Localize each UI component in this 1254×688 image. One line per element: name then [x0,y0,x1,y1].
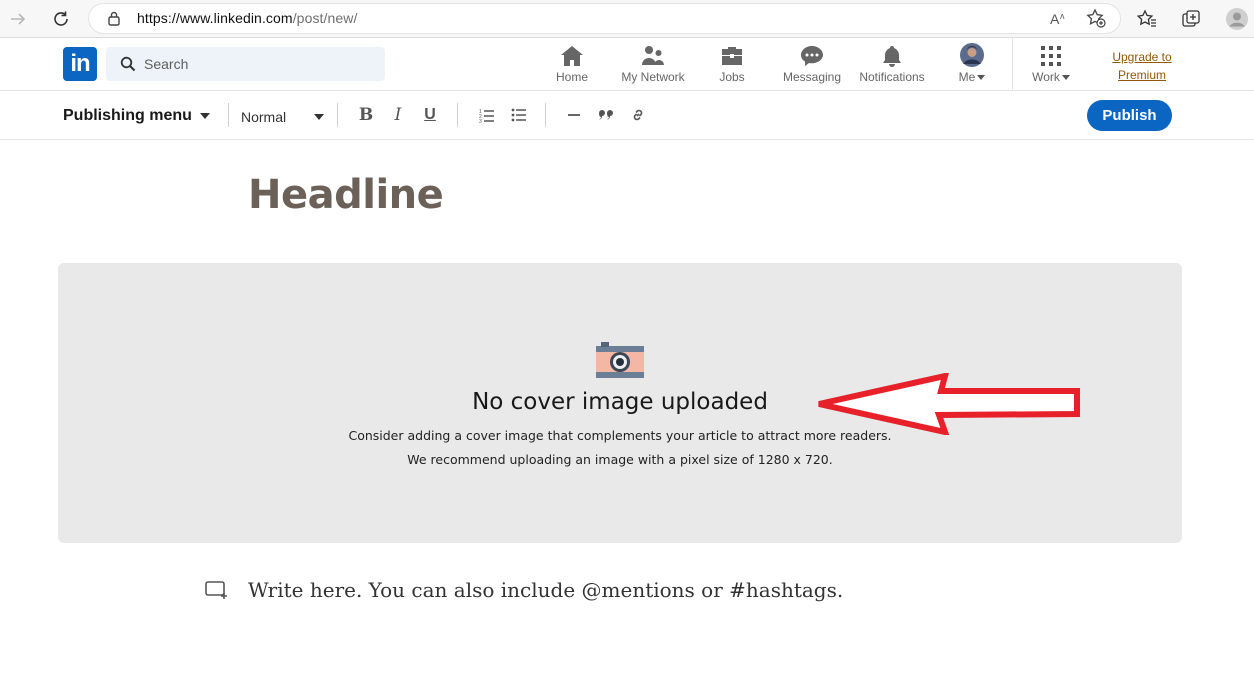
briefcase-icon [722,47,742,65]
chevron-down-icon[interactable] [200,113,210,119]
reload-icon [54,11,68,26]
nav-jobs[interactable]: Jobs [712,43,752,89]
toolbar-divider [545,103,546,127]
toolbar-divider [457,103,458,127]
search-input[interactable] [144,47,374,81]
editor-toolbar: Publishing menu Normal B I U 123 Publish [0,91,1254,140]
reload-button[interactable] [49,7,73,31]
article-body-input[interactable]: Write here. You can also include @mentio… [248,578,843,602]
bold-button[interactable]: B [354,103,378,127]
favorites-button[interactable] [1135,7,1159,31]
publish-button[interactable]: Publish [1087,100,1172,131]
quote-button[interactable] [594,103,618,127]
annotation-arrow [818,373,1080,435]
upgrade-premium-link[interactable]: Upgrade to Premium [1098,48,1186,84]
address-bar[interactable]: https://www.linkedin.com/post/new/ Aʌ [89,4,1120,33]
svg-text:3: 3 [479,119,482,123]
cover-hint-2: We recommend uploading an image with a p… [407,452,833,467]
nav-work[interactable]: Work [1026,43,1076,89]
numbered-list-button[interactable]: 123 [475,103,499,127]
collections-icon [1182,10,1200,27]
linkedin-logo[interactable]: in [63,47,97,81]
collections-button[interactable] [1179,7,1203,31]
underline-button[interactable]: U [418,103,442,127]
avatar [960,43,984,67]
headline-field[interactable]: Headline [248,172,444,218]
bulleted-list-icon [511,108,526,122]
bulleted-list-button[interactable] [507,103,531,127]
text-style-select[interactable]: Normal [241,109,286,125]
nav-my-network[interactable]: My Network [615,43,691,89]
link-icon [633,109,643,121]
arrow-right-icon [11,13,26,25]
bell-icon [883,46,901,67]
profile-icon [1226,8,1248,30]
profile-button[interactable] [1225,7,1249,31]
svg-text:A: A [1050,11,1060,27]
messaging-icon [801,46,823,66]
favorites-icon [1137,9,1156,27]
horizontal-rule-icon [568,114,580,116]
global-nav: in Home My Network Jobs Messaging Notifi… [0,38,1254,91]
italic-button[interactable]: I [386,103,410,127]
publishing-menu-button[interactable]: Publishing menu [63,107,192,125]
divider-button[interactable] [562,103,586,127]
lock-icon [108,11,120,26]
toolbar-divider [337,103,338,127]
chevron-down-icon [977,75,986,81]
nav-me[interactable]: Me [950,43,994,89]
svg-text:ʌ: ʌ [1060,11,1065,21]
nav-home[interactable]: Home [552,43,592,89]
forward-button[interactable] [6,7,30,31]
home-icon [561,46,583,66]
chevron-down-icon[interactable] [314,114,324,120]
nav-notifications[interactable]: Notifications [855,43,929,89]
search-box[interactable] [106,47,385,81]
nav-messaging[interactable]: Messaging [780,43,844,89]
numbered-list-icon: 123 [479,109,494,123]
nav-divider [1012,38,1013,91]
browser-toolbar: https://www.linkedin.com/post/new/ Aʌ [0,0,1254,38]
camera-icon [596,342,644,378]
quote-icon [599,110,613,120]
read-aloud-icon[interactable]: Aʌ [1050,9,1070,27]
chevron-down-icon [1061,75,1070,81]
add-favorite-icon[interactable] [1086,8,1106,28]
grid-icon [1041,46,1061,66]
toolbar-divider [228,103,229,127]
add-media-icon[interactable] [205,580,229,600]
link-button[interactable] [626,103,650,127]
network-icon [642,46,664,65]
url-text: https://www.linkedin.com/post/new/ [137,10,358,26]
search-icon [120,56,136,72]
